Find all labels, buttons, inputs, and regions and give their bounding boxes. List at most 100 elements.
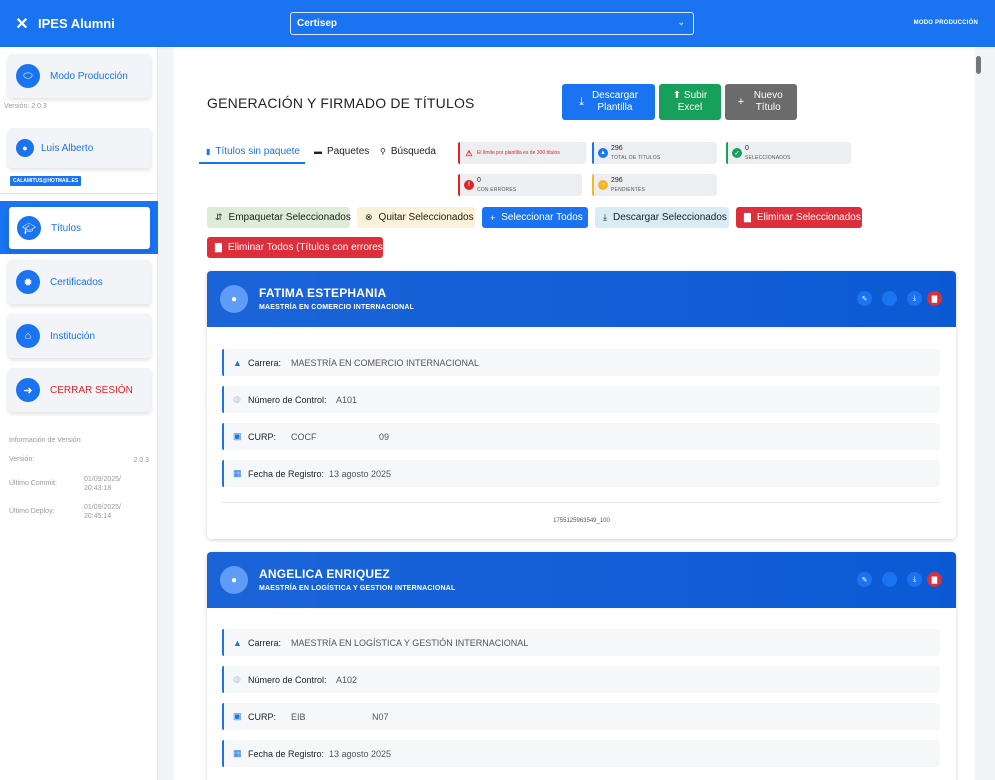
record-name: ANGELICA ENRIQUEZ: [259, 567, 390, 581]
card-divider: [222, 502, 940, 503]
sidebar-item-label: Títulos: [51, 222, 82, 234]
deploy-value: 01/09/2025/ 20:45:14: [84, 504, 121, 520]
limit-warning-text: El límite por plantilla es de 300 título…: [477, 150, 560, 156]
curp-row: ▣ CURP: EIB N07: [222, 703, 940, 730]
sidebar-item-titulos[interactable]: 🎓︎ Títulos: [8, 206, 151, 250]
download-selected-button[interactable]: ⤓ Descargar Seleccionados: [595, 207, 729, 228]
trash-icon: ▇: [215, 242, 222, 252]
row-accent: [222, 349, 224, 376]
registration-date-label: Fecha de Registro:: [248, 748, 325, 759]
active-tab-indicator: [199, 162, 305, 164]
graduation-cap-icon: 🎓︎: [17, 216, 41, 240]
career-value: MAESTRÍA EN COMERCIO INTERNACIONAL: [291, 357, 480, 368]
delete-button[interactable]: ▇: [927, 572, 942, 587]
fingerprint-icon: ◍: [233, 394, 241, 404]
package-icon: ▬: [314, 147, 322, 156]
new-title-label: Nuevo Título: [753, 90, 783, 113]
row-accent: [222, 629, 224, 656]
status-bar: [458, 142, 460, 164]
calendar-icon: ▦: [233, 748, 242, 758]
pack-selected-button[interactable]: ⇵ Empaquetar Seleccionados: [207, 207, 351, 228]
curp-value-start: COCF: [291, 431, 317, 442]
commit-label: Último Commit:: [9, 480, 57, 487]
sidebar-item-institucion[interactable]: ⌂ Institución: [8, 314, 151, 358]
download-button[interactable]: ⤓: [907, 572, 922, 587]
errors-card: ! 0 CON ERRORES: [458, 174, 582, 196]
check-circle-icon: ✓: [732, 148, 742, 158]
download-icon: ⤓: [603, 212, 607, 222]
id-card-icon: ▣: [233, 431, 242, 441]
registration-date-label: Fecha de Registro:: [248, 468, 325, 479]
career-row: ▲ Carrera: MAESTRÍA EN COMERCIO INTERNAC…: [222, 349, 940, 376]
curp-value-end: N07: [372, 711, 389, 722]
curp-value-start: EIB: [291, 711, 306, 722]
row-accent: [222, 386, 224, 413]
version-short: Versión: 2.0.3: [4, 103, 47, 110]
certificate-icon: ✹: [16, 270, 40, 294]
total-titles-card: ▲ 296 TOTAL DE TÍTULOS: [592, 142, 717, 164]
user-profile-button[interactable]: ● Luis Alberto: [8, 128, 151, 168]
close-icon[interactable]: ✕: [14, 14, 30, 34]
edit-button[interactable]: ✎: [857, 291, 872, 306]
graduation-cap-icon: ▲: [598, 148, 608, 158]
control-number-value: A101: [336, 394, 358, 405]
total-titles-value: 296: [611, 145, 623, 152]
control-number-row: ◍ Número de Control: A101: [222, 386, 940, 413]
new-title-button[interactable]: + Nuevo Título: [725, 84, 797, 120]
delete-selected-button[interactable]: ▇ Eliminar Seleccionados: [736, 207, 862, 228]
institution-select[interactable]: Certisep ⌄: [290, 12, 694, 35]
record-program: MAESTRÍA EN LOGÍSTICA Y GESTION INTERNAC…: [259, 585, 456, 592]
pack-selected-label: Empaquetar Seleccionados: [228, 212, 351, 223]
select-all-label: Seleccionar Todos: [501, 212, 583, 223]
top-bar: ✕ IPES Alumni Certisep ⌄ MODO PRODUCCIÓN: [0, 0, 995, 47]
tab-titulos-sin-paquete[interactable]: ▮ Títulos sin paquete: [206, 146, 300, 157]
mode-toggle-button[interactable]: ⬭ Modo Producción: [8, 54, 151, 98]
user-icon: ●: [16, 139, 34, 157]
deploy-label: Último Deploy:: [9, 508, 55, 515]
deploy-row: Último Deploy: 01/09/2025/ 20:45:14: [9, 504, 149, 520]
download-button[interactable]: ⤓: [907, 291, 922, 306]
graduation-cap-icon: ▲: [233, 637, 242, 648]
status-button[interactable]: [882, 291, 897, 306]
record-header: ● FATIMA ESTEPHANIA MAESTRÍA EN COMERCIO…: [207, 271, 956, 327]
curp-label: CURP:: [248, 711, 277, 722]
delete-button[interactable]: ▇: [927, 291, 942, 306]
delete-all-errors-button[interactable]: ▇ Eliminar Todos (Títulos con errores): [207, 237, 386, 258]
bank-icon: ⌂: [16, 324, 40, 348]
sidebar-item-label: Institución: [50, 330, 96, 342]
error-circle-icon: !: [464, 180, 474, 190]
registration-date-value: 13 agosto 2025: [329, 468, 392, 479]
clock-icon: ◔: [598, 180, 608, 190]
tab-label: Paquetes: [327, 146, 370, 157]
curp-label: CURP:: [248, 431, 277, 442]
document-icon: ▮: [206, 147, 211, 156]
toggle-icon: ⬭: [16, 64, 40, 88]
version-info-heading: Información de Versión: [9, 437, 81, 444]
plus-icon: +: [490, 212, 496, 223]
status-bar: [726, 142, 728, 164]
record-header: ● ANGELICA ENRIQUEZ MAESTRÍA EN LOGÍSTIC…: [207, 552, 956, 608]
scrollbar-thumb[interactable]: [976, 56, 981, 74]
career-label: Carrera:: [248, 637, 282, 648]
warning-icon: ⚠: [465, 148, 473, 158]
upload-icon: ⬆: [672, 90, 684, 101]
tab-paquetes[interactable]: ▬ Paquetes: [314, 146, 369, 157]
edit-button[interactable]: ✎: [857, 572, 872, 587]
commit-row: Último Commit: 01/09/2025/ 20:43:18: [9, 476, 149, 492]
trash-icon: ▇: [744, 212, 751, 222]
remove-selected-button[interactable]: ⊗ Quitar Seleccionados: [357, 207, 475, 228]
tab-label: Títulos sin paquete: [215, 146, 300, 157]
selected-card: ✓ 0 SELECCIONADOS: [726, 142, 851, 164]
title-record-card: ● ANGELICA ENRIQUEZ MAESTRÍA EN LOGÍSTIC…: [207, 552, 956, 780]
record-program: MAESTRÍA EN COMERCIO INTERNACIONAL: [259, 304, 415, 311]
logout-button[interactable]: ➜ CERRAR SESIÓN: [8, 368, 151, 412]
errors-caption: CON ERRORES: [477, 187, 517, 193]
selected-value: 0: [745, 145, 749, 152]
tab-busqueda[interactable]: ⚲ Búsqueda: [380, 146, 436, 157]
select-all-button[interactable]: + Seleccionar Todos: [482, 207, 588, 228]
status-button[interactable]: [882, 572, 897, 587]
upload-excel-button[interactable]: ⬆ Subir Excel: [659, 84, 721, 120]
download-template-button[interactable]: ⤓ Descargar Plantilla: [562, 84, 655, 120]
sidebar-item-certificados[interactable]: ✹ Certificados: [8, 260, 151, 304]
title-record-card: ● FATIMA ESTEPHANIA MAESTRÍA EN COMERCIO…: [207, 271, 956, 539]
